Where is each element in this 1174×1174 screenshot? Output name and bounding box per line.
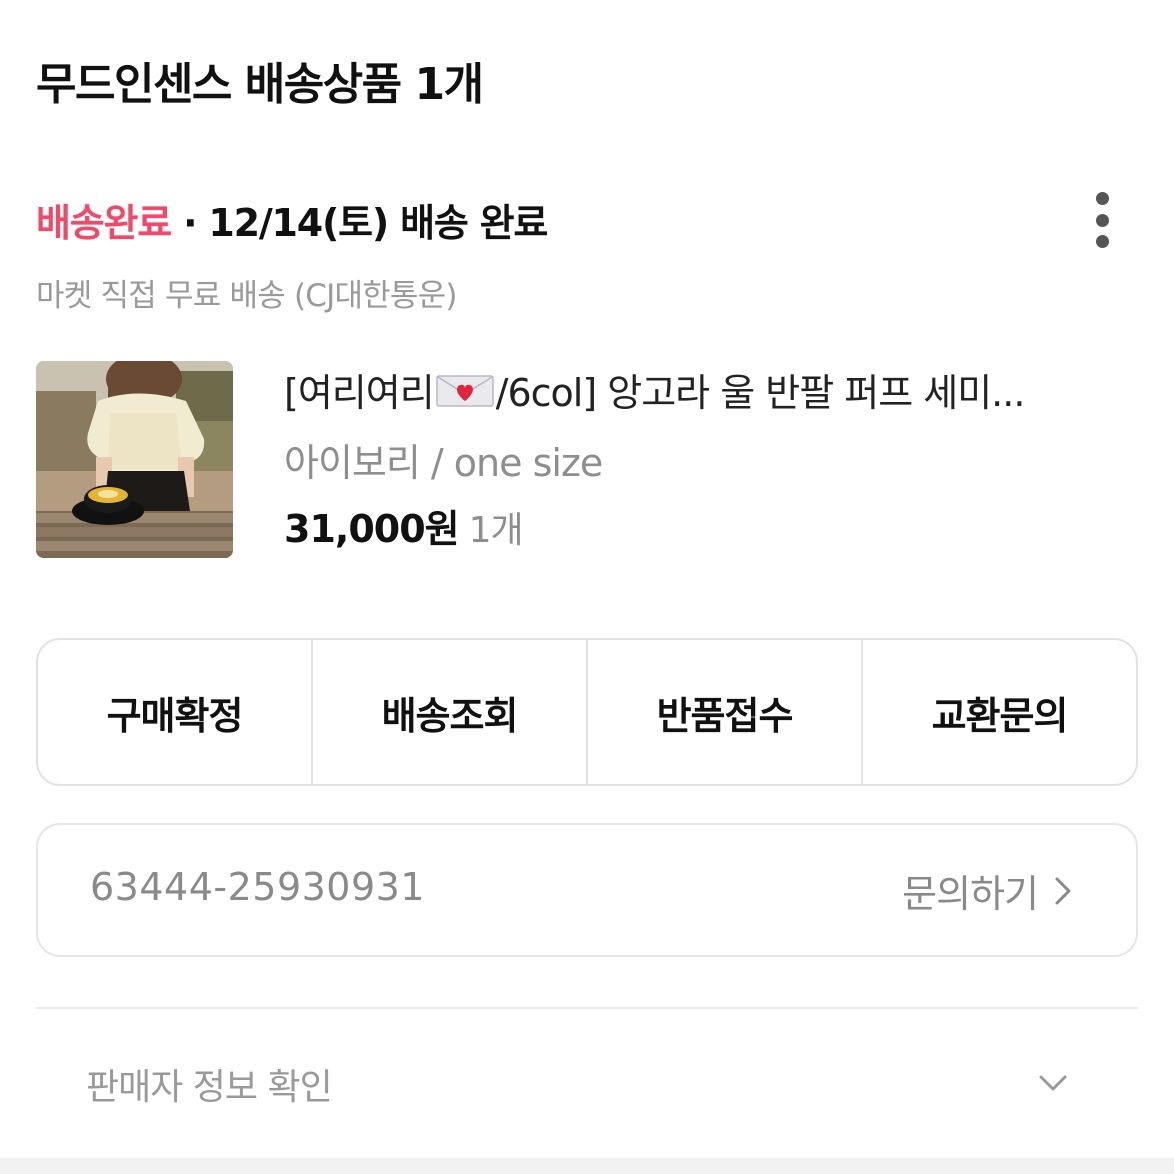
love-letter-icon: [435, 373, 494, 407]
product-price: 31,000원: [284, 507, 460, 551]
order-inquiry-box: 63444-25930931 문의하기: [36, 823, 1138, 957]
return-request-button[interactable]: 반품접수: [588, 640, 863, 784]
chevron-right-icon: [1055, 877, 1071, 904]
order-number: 63444-25930931: [90, 865, 426, 909]
product-option: 아이보리 / one size: [284, 441, 603, 485]
inquiry-link-label: 문의하기: [902, 872, 1039, 916]
delivery-status: 배송완료 · 12/14(토) 배송 완료: [36, 192, 548, 247]
status-separator: ·: [171, 201, 209, 245]
more-options-button[interactable]: [1080, 192, 1124, 248]
page-title: 무드인센스 배송상품 1개: [36, 59, 484, 110]
product-thumbnail[interactable]: [36, 361, 233, 558]
inquiry-link[interactable]: 문의하기: [902, 863, 1072, 918]
more-vertical-icon-dot: [1095, 235, 1109, 248]
bottom-section-separator: [0, 1158, 1174, 1174]
status-badge: 배송완료: [36, 201, 172, 245]
section-divider: [36, 1007, 1138, 1009]
more-vertical-icon-dot: [1095, 213, 1109, 227]
exchange-inquiry-button[interactable]: 교환문의: [863, 640, 1136, 784]
status-detail: 12/14(토) 배송 완료: [208, 201, 548, 245]
seller-info-label: 판매자 정보 확인: [86, 1067, 333, 1108]
product-price-row: 31,000원 1개: [284, 498, 524, 553]
product-name[interactable]: [여리여리 /6col] 앙고라 울 반팔 퍼프 세미...: [284, 362, 1064, 417]
track-delivery-button[interactable]: 배송조회: [313, 640, 588, 784]
order-actions: 구매확정 배송조회 반품접수 교환문의: [36, 638, 1138, 786]
seller-info-toggle[interactable]: 판매자 정보 확인: [36, 1030, 1138, 1130]
product-image: [36, 361, 233, 558]
product-name-suffix: /6col] 앙고라 울 반팔 퍼프 세미...: [495, 371, 1025, 415]
product-name-prefix: [여리여리: [284, 371, 435, 415]
more-vertical-icon: [1095, 192, 1109, 205]
chevron-down-icon: [1039, 1075, 1067, 1091]
delivery-method: 마켓 직접 무료 배송 (CJ대한통운): [36, 278, 457, 314]
confirm-purchase-button[interactable]: 구매확정: [38, 640, 313, 784]
product-quantity: 1개: [468, 510, 524, 551]
